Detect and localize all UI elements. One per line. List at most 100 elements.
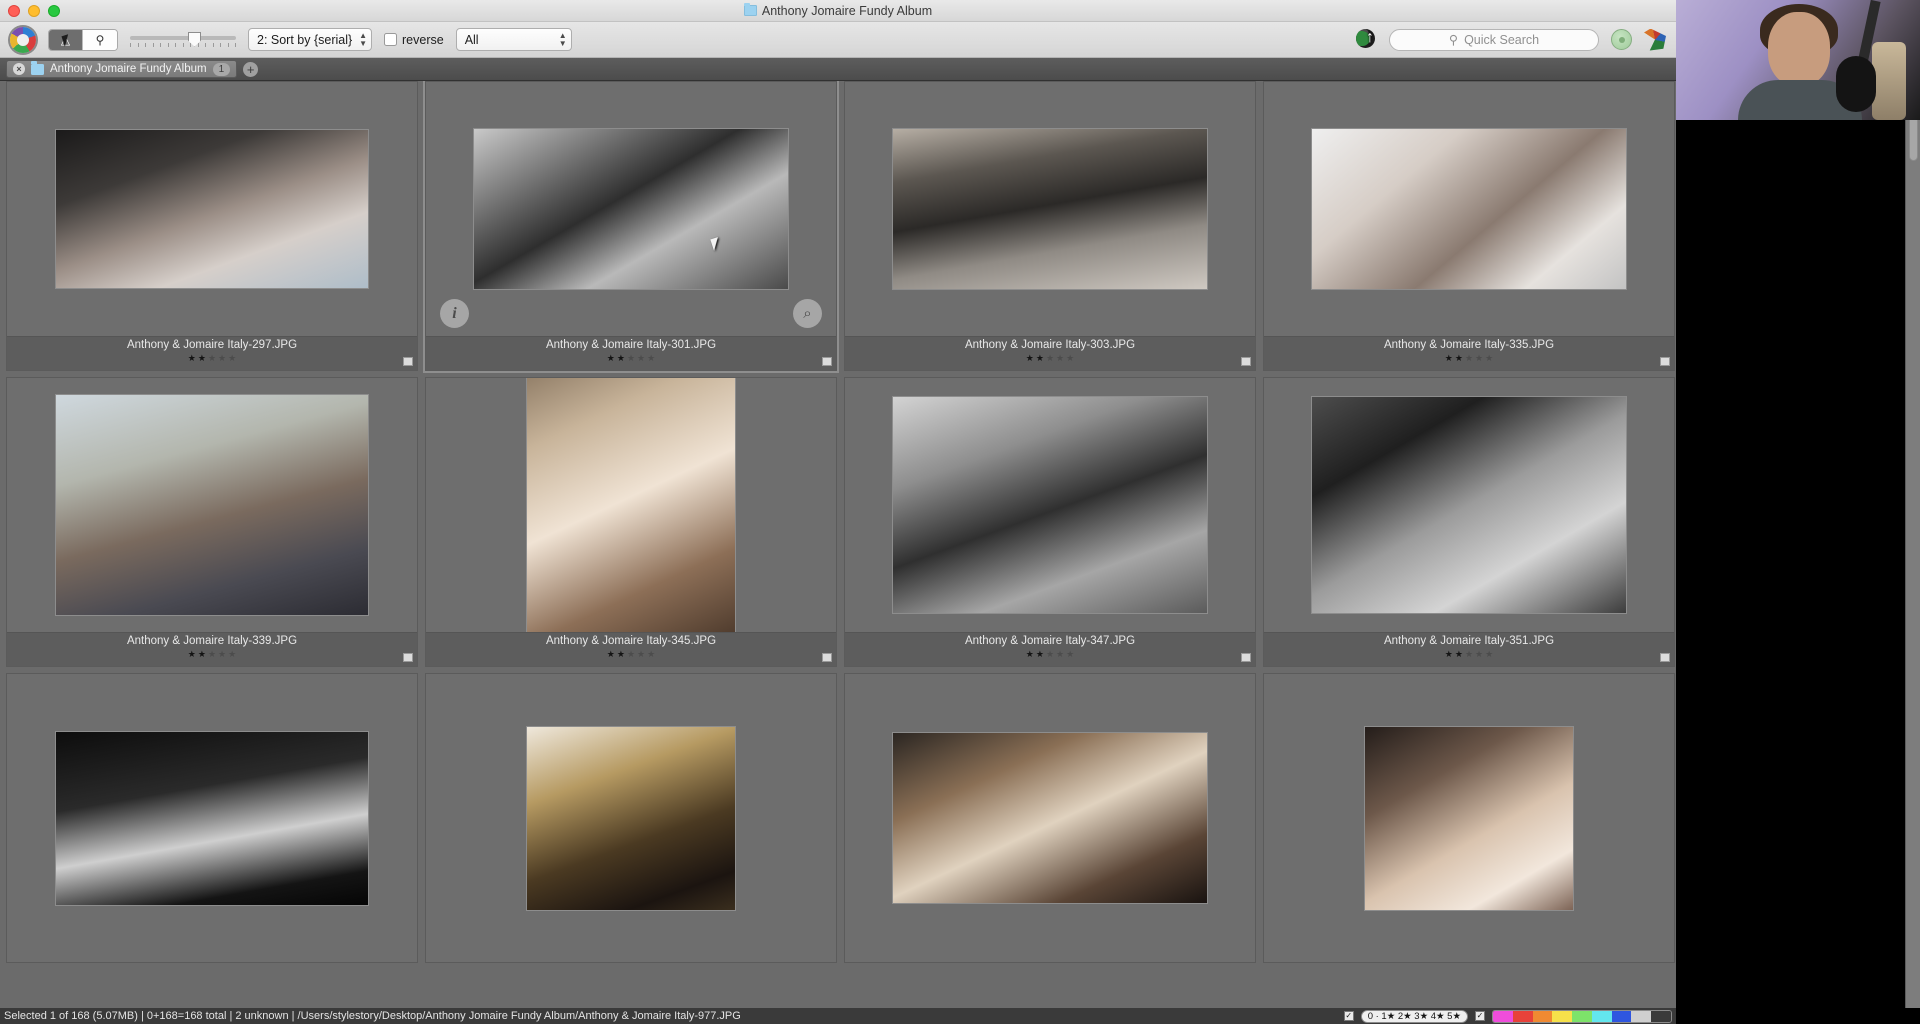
star-4[interactable]: ★ [1475, 353, 1483, 364]
color-label-7[interactable] [1611, 1010, 1632, 1022]
close-window-button[interactable] [8, 5, 20, 17]
star-3[interactable]: ★ [627, 353, 635, 364]
magnifier-icon[interactable]: ⌕ [793, 299, 822, 328]
reverse-checkbox-group[interactable]: reverse [384, 33, 444, 47]
vertical-scrollbar[interactable] [1905, 81, 1920, 1008]
color-label-swatch[interactable] [1241, 357, 1251, 366]
star-3[interactable]: ★ [1046, 353, 1054, 364]
star-2[interactable]: ★ [1455, 353, 1463, 364]
star-1[interactable]: ★ [607, 353, 615, 364]
color-label-swatch[interactable] [822, 357, 832, 366]
thumbnail-cell[interactable] [6, 673, 418, 963]
tab-anthony-jomaire-fundy-album[interactable]: × Anthony Jomaire Fundy Album 1 [6, 60, 238, 78]
close-icon[interactable]: × [13, 63, 25, 75]
color-label-2[interactable] [1512, 1010, 1533, 1022]
thumbnail-image-area[interactable] [845, 82, 1255, 336]
thumbnail-image-area[interactable] [7, 674, 417, 962]
thumbnail-cell[interactable]: Anthony & Jomaire Italy-345.JPG ★ ★ ★ ★ ★ [425, 377, 837, 667]
star-2[interactable]: ★ [1455, 649, 1463, 660]
thumbnail-cell[interactable] [425, 673, 837, 963]
color-label-5[interactable] [1572, 1010, 1592, 1022]
filter-dropdown[interactable]: All ▲ ▼ [455, 28, 572, 51]
star-3[interactable]: ★ [208, 353, 216, 364]
photo-thumbnail[interactable] [892, 732, 1208, 904]
color-label-swatch[interactable] [1660, 357, 1670, 366]
thumbnail-star-rating[interactable]: ★ ★ ★ ★ ★ [1445, 353, 1493, 364]
photo-thumbnail[interactable] [892, 396, 1208, 614]
sort-dropdown[interactable]: 2: Sort by {serial} ▲ ▼ [248, 28, 372, 51]
color-wheel-icon[interactable] [1644, 28, 1666, 51]
thumbnail-image-area[interactable] [426, 82, 836, 336]
star-1[interactable]: ★ [607, 649, 615, 660]
star-1[interactable]: ★ [1445, 649, 1453, 660]
star-5[interactable]: ★ [1066, 649, 1074, 660]
star-5[interactable]: ★ [647, 353, 655, 364]
color-label-6[interactable] [1591, 1010, 1612, 1022]
star-3[interactable]: ★ [1046, 649, 1054, 660]
star-4[interactable]: ★ [637, 649, 645, 660]
star-5[interactable]: ★ [1485, 353, 1493, 364]
photo-thumbnail[interactable] [526, 378, 736, 632]
traffic-lights[interactable] [8, 5, 60, 17]
star-1[interactable]: ★ [188, 353, 196, 364]
thumbnail-star-rating[interactable]: ★ ★ ★ ★ ★ [607, 353, 655, 364]
zoom-window-button[interactable] [48, 5, 60, 17]
color-label-swatch[interactable] [403, 653, 413, 662]
thumbnail-image-area[interactable] [845, 674, 1255, 962]
star-4[interactable]: ★ [218, 353, 226, 364]
color-label-swatch[interactable] [1241, 653, 1251, 662]
thumbnail-image-area[interactable] [845, 378, 1255, 632]
thumbnail-cell[interactable]: Anthony & Jomaire Italy-347.JPG ★ ★ ★ ★ ★ [844, 377, 1256, 667]
color-label-1[interactable] [1493, 1010, 1513, 1022]
color-label-8[interactable] [1631, 1010, 1652, 1022]
thumbnail-size-slider[interactable] [130, 29, 236, 51]
star-2[interactable]: ★ [198, 649, 206, 660]
reverse-checkbox[interactable] [384, 33, 397, 46]
disc-button-icon[interactable] [1611, 29, 1632, 50]
star-5[interactable]: ★ [647, 649, 655, 660]
color-label-swatch[interactable] [822, 653, 832, 662]
photo-thumbnail[interactable] [892, 128, 1208, 290]
photo-mechanic-gear-icon[interactable] [10, 26, 36, 53]
thumbnail-image-area[interactable] [1264, 378, 1674, 632]
star-1[interactable]: ★ [1026, 353, 1034, 364]
thumbnail-image-area[interactable] [1264, 674, 1674, 962]
thumbnail-cell[interactable]: Anthony & Jomaire Italy-351.JPG ★ ★ ★ ★ ★ [1263, 377, 1675, 667]
photo-thumbnail[interactable] [526, 725, 736, 911]
thumbnail-cell[interactable]: Anthony & Jomaire Italy-335.JPG ★ ★ ★ ★ ★ [1263, 81, 1675, 371]
photo-thumbnail[interactable] [1311, 396, 1627, 614]
thumbnail-image-area[interactable] [7, 378, 417, 632]
photo-thumbnail[interactable] [55, 394, 369, 616]
thumbnail-cell[interactable]: Anthony & Jomaire Italy-339.JPG ★ ★ ★ ★ ★ [6, 377, 418, 667]
color-label-3[interactable] [1532, 1010, 1553, 1022]
thumbnail-star-rating[interactable]: ★ ★ ★ ★ ★ [188, 649, 236, 660]
rating-filter-bar[interactable]: 0 · 1★ 2★ 3★ 4★ 5★ [1360, 1009, 1468, 1023]
star-2[interactable]: ★ [1036, 353, 1044, 364]
star-4[interactable]: ★ [1056, 649, 1064, 660]
star-3[interactable]: ★ [208, 649, 216, 660]
thumbnail-star-rating[interactable]: ★ ★ ★ ★ ★ [188, 353, 236, 364]
tool-mode-segmented-control[interactable]: △ ⚲ [48, 28, 118, 51]
thumbnail-star-rating[interactable]: ★ ★ ★ ★ ★ [607, 649, 655, 660]
star-2[interactable]: ★ [617, 353, 625, 364]
star-3[interactable]: ★ [1465, 353, 1473, 364]
star-3[interactable]: ★ [627, 649, 635, 660]
photo-thumbnail[interactable] [1364, 725, 1574, 911]
color-label-9[interactable] [1651, 1010, 1671, 1022]
add-tab-button[interactable]: + [243, 61, 259, 77]
thumbnail-image-area[interactable] [426, 674, 836, 962]
star-4[interactable]: ★ [1056, 353, 1064, 364]
star-4[interactable]: ★ [637, 353, 645, 364]
star-5[interactable]: ★ [228, 353, 236, 364]
star-5[interactable]: ★ [1066, 353, 1074, 364]
thumbnail-star-rating[interactable]: ★ ★ ★ ★ ★ [1026, 649, 1074, 660]
magnifier-icon[interactable]: ⚲ [83, 29, 117, 50]
color-label-bar[interactable] [1492, 1009, 1672, 1023]
star-1[interactable]: ★ [188, 649, 196, 660]
thumbnail-image-area[interactable] [426, 378, 836, 632]
star-5[interactable]: ★ [1485, 649, 1493, 660]
star-1[interactable]: ★ [1026, 649, 1034, 660]
photo-thumbnail[interactable] [55, 730, 369, 906]
thumbnail-cell[interactable]: Anthony & Jomaire Italy-297.JPG ★ ★ ★ ★ ★ [6, 81, 418, 371]
color-label-swatch[interactable] [403, 357, 413, 366]
